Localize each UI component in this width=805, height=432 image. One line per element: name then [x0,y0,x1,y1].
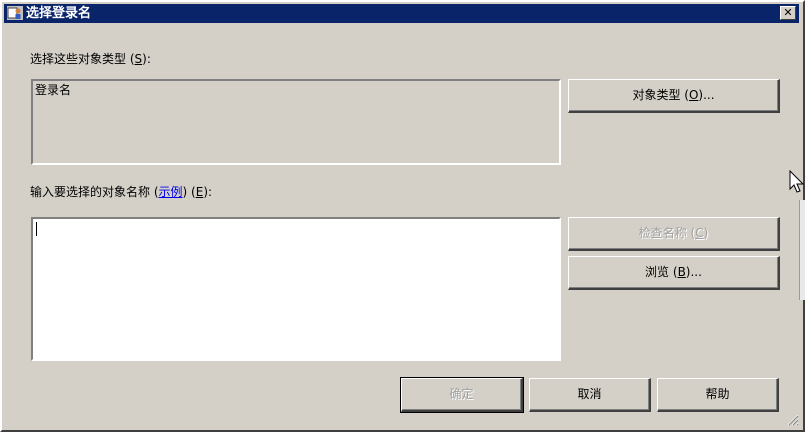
text-caret [36,222,37,236]
select-login-dialog: 选择登录名 ✕ 选择这些对象类型 (S): 登录名 对象类型 (O)... 输入… [0,0,805,432]
close-icon: ✕ [783,6,793,19]
object-types-value: 登录名 [35,83,72,97]
close-button[interactable]: ✕ [780,6,796,20]
example-link[interactable]: 示例 [159,185,183,199]
ok-button[interactable]: 确定 [400,377,524,413]
object-names-input[interactable] [31,217,561,361]
object-types-button[interactable]: 对象类型 (O)... [568,79,780,113]
resize-grip-icon[interactable] [785,412,799,426]
help-button[interactable]: 帮助 [657,378,779,412]
object-types-label: 选择这些对象类型 (S): [30,52,151,66]
browse-button[interactable]: 浏览 (B)... [568,256,780,290]
background-window-edge [799,200,805,300]
cancel-button[interactable]: 取消 [529,378,651,412]
object-types-field: 登录名 [31,79,561,165]
object-names-label: 输入要选择的对象名称 (示例) (E): [30,185,213,199]
mouse-pointer-icon [789,169,805,196]
title-bar[interactable]: 选择登录名 ✕ [4,4,799,23]
dialog-users-icon [7,6,23,20]
check-names-button[interactable]: 检查名称 (C) [568,217,780,251]
dialog-title: 选择登录名 [26,6,92,21]
